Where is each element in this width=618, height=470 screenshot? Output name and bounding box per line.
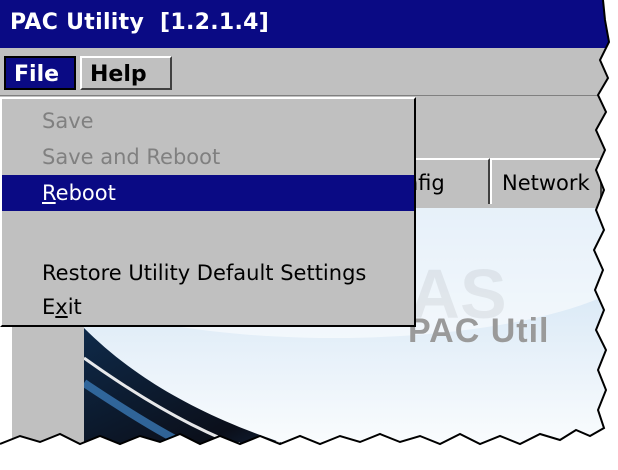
menu-item-restore-defaults[interactable]: Restore Utility Default Settings: [14, 255, 410, 291]
menu-item-reboot[interactable]: Reboot: [2, 175, 414, 211]
menu-bar: File Help: [0, 48, 618, 96]
tab-network[interactable]: Network: [490, 158, 602, 204]
menu-item-exit-label-pre: E: [42, 295, 56, 319]
splash-label: PAC Util: [408, 312, 550, 350]
window-title: PAC Utility [1.2.1.4]: [10, 10, 270, 35]
menu-item-reboot-label: eboot: [55, 181, 116, 205]
menu-item-reboot-mnemonic: R: [42, 181, 56, 205]
menu-item-save-and-reboot[interactable]: Save and Reboot: [14, 139, 410, 175]
title-bar: PAC Utility [1.2.1.4]: [0, 0, 618, 48]
menu-item-save[interactable]: Save: [14, 103, 410, 139]
menu-item-exit[interactable]: Exit: [14, 289, 410, 325]
file-menu-dropdown: Save Save and Reboot Reboot Restore Util…: [0, 97, 416, 327]
menu-file[interactable]: File: [4, 56, 76, 90]
menu-item-exit-mnemonic: x: [55, 295, 68, 319]
menu-help[interactable]: Help: [80, 56, 172, 90]
menu-item-exit-label-post: it: [67, 295, 82, 319]
